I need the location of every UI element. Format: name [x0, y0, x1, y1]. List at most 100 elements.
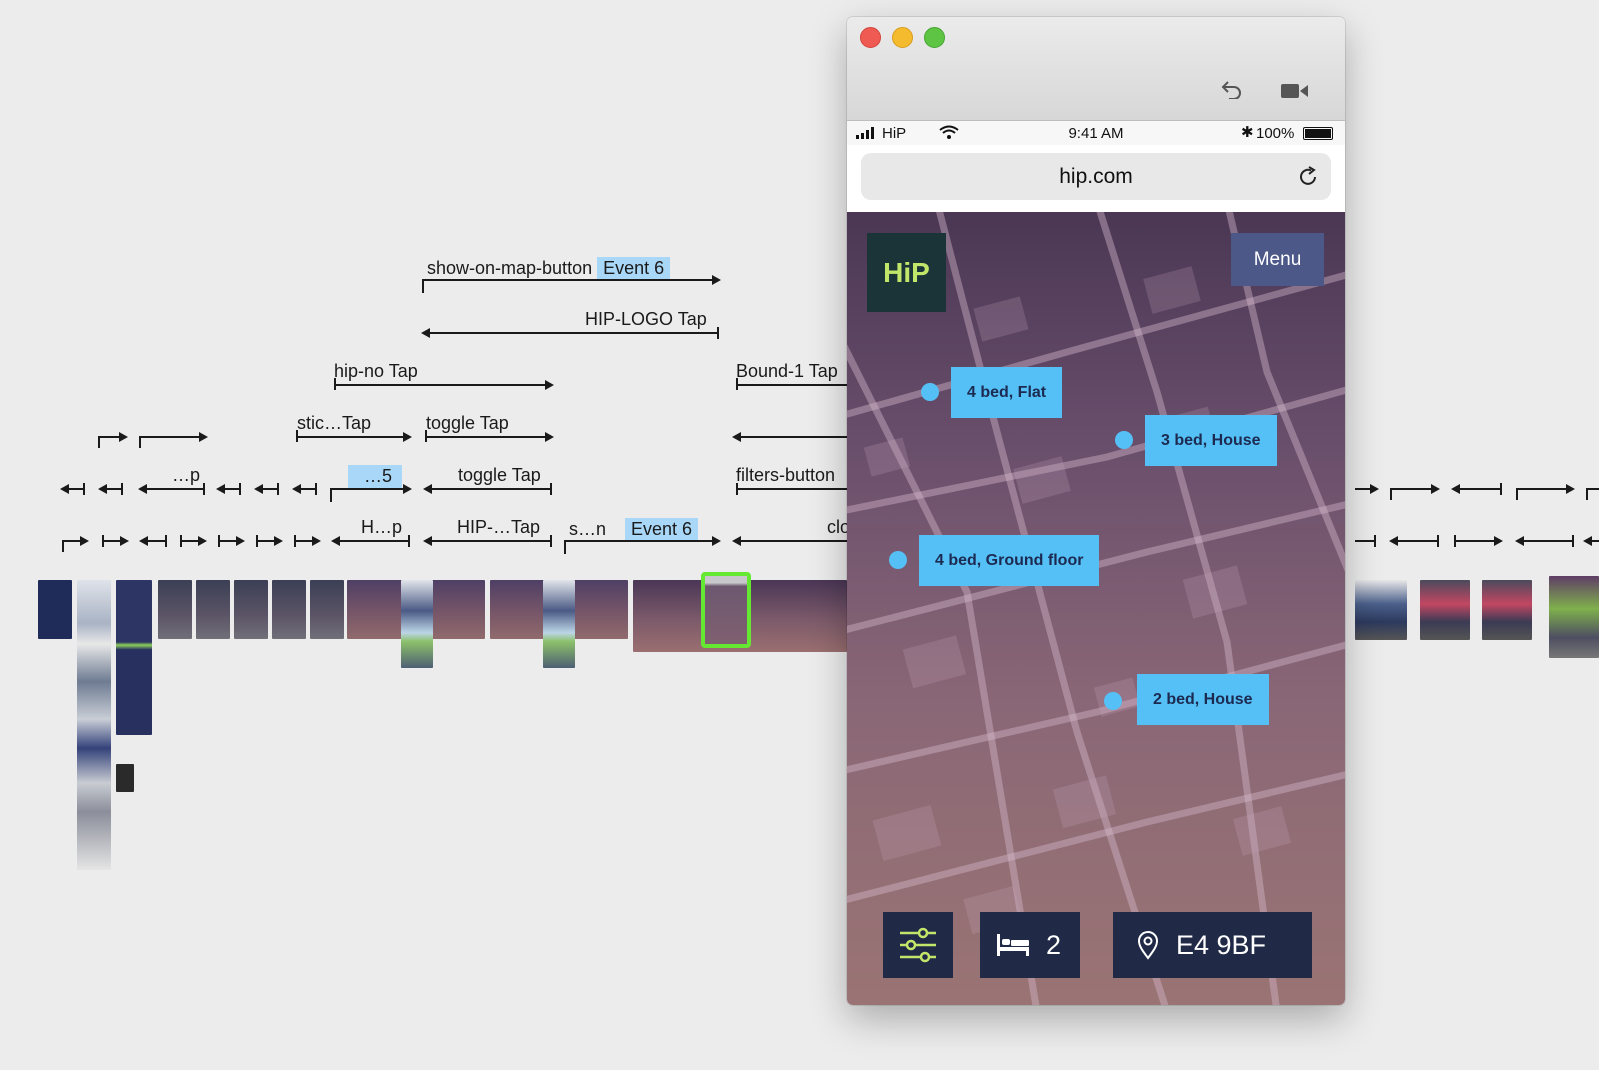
flow-arrow-tail: [564, 540, 566, 554]
map-view[interactable]: HiP Menu 4 bed, Flat 3 bed, House 4 bed,…: [847, 212, 1345, 1005]
video-camera-icon[interactable]: [1280, 82, 1310, 100]
flow-arrow[interactable]: [140, 432, 208, 442]
property-pin-label[interactable]: 4 bed, Ground floor: [919, 535, 1100, 586]
flow-arrow[interactable]: [1517, 484, 1575, 494]
flow-arrow-tail: [550, 535, 552, 547]
flow-arrow-tail: [218, 535, 220, 547]
flow-arrow[interactable]: [421, 328, 719, 338]
screen-thumbnail[interactable]: [116, 580, 152, 735]
flow-arrow[interactable]: [423, 275, 721, 285]
flow-arrow[interactable]: [60, 484, 84, 494]
flow-arrow[interactable]: [297, 432, 412, 442]
property-pin-label[interactable]: 4 bed, Flat: [951, 367, 1063, 418]
flow-arrow[interactable]: [335, 380, 554, 390]
flow-label-hip-tap[interactable]: HIP-…Tap: [457, 517, 540, 538]
flow-arrow[interactable]: [63, 536, 89, 546]
flow-arrow[interactable]: [219, 536, 245, 546]
current-screen-highlight[interactable]: [701, 572, 751, 648]
flow-arrow[interactable]: [139, 536, 166, 546]
undo-icon[interactable]: [1220, 79, 1244, 99]
flow-arrow[interactable]: [1391, 484, 1440, 494]
property-pin-label[interactable]: 3 bed, House: [1145, 415, 1277, 466]
reload-icon[interactable]: [1297, 166, 1319, 188]
flow-label-filters-button[interactable]: filters-button: [736, 465, 835, 486]
flow-label-dots-p[interactable]: …p: [172, 465, 200, 486]
flow-label-dots-5[interactable]: …5: [348, 465, 403, 488]
flow-arrow[interactable]: [181, 536, 207, 546]
flow-arrow[interactable]: [292, 484, 316, 494]
bedrooms-button[interactable]: 2: [980, 912, 1080, 978]
flow-label-show-on-map[interactable]: show-on-map-button Event 6: [427, 257, 671, 279]
flow-arrow[interactable]: [732, 432, 847, 442]
minimize-button[interactable]: [892, 27, 913, 48]
flow-label-h-p[interactable]: H…p: [361, 517, 402, 538]
screen-thumbnail[interactable]: [77, 580, 111, 870]
event-badge: Event 6: [625, 518, 699, 540]
flow-arrow[interactable]: [331, 536, 410, 546]
flow-arrow[interactable]: [254, 484, 278, 494]
flow-arrow-tail: [203, 483, 205, 495]
status-bar: HiP 9:41 AM ✱ 100%: [847, 121, 1345, 145]
flow-label-toggle-tap[interactable]: toggle Tap: [426, 413, 509, 434]
map-marker[interactable]: [889, 551, 907, 569]
flow-arrow-tail: [296, 430, 298, 442]
screen-thumbnail[interactable]: [234, 580, 268, 639]
flow-label-hip-logo-tap[interactable]: HIP-LOGO Tap: [585, 309, 707, 330]
flow-arrow[interactable]: [1389, 536, 1438, 546]
flow-label-s-n[interactable]: s…n Event 6: [569, 518, 699, 540]
screen-thumbnail[interactable]: [272, 580, 306, 639]
screen-thumbnail[interactable]: [1482, 580, 1532, 640]
close-button[interactable]: [860, 27, 881, 48]
flow-arrow[interactable]: [99, 432, 128, 442]
filters-button[interactable]: [883, 912, 953, 978]
flow-arrow[interactable]: [732, 536, 847, 546]
map-marker[interactable]: [1115, 431, 1133, 449]
property-pin-label[interactable]: 2 bed, House: [1137, 674, 1269, 725]
menu-button[interactable]: Menu: [1231, 233, 1324, 286]
screen-thumbnail[interactable]: [1420, 580, 1470, 640]
screen-thumbnail[interactable]: [1355, 580, 1407, 640]
bedrooms-count: 2: [1046, 930, 1062, 960]
flow-arrow[interactable]: [257, 536, 283, 546]
flow-arrow[interactable]: [1451, 484, 1501, 494]
bluetooth-icon: ✱: [1241, 124, 1254, 141]
flow-arrow[interactable]: [426, 432, 554, 442]
screen-thumbnail[interactable]: [401, 580, 433, 668]
flow-arrow[interactable]: [138, 484, 204, 494]
flow-arrow[interactable]: [103, 536, 129, 546]
screen-thumbnail[interactable]: [158, 580, 192, 639]
screen-thumbnail[interactable]: [1549, 576, 1599, 658]
screen-thumbnail[interactable]: [310, 580, 344, 639]
screen-thumbnail[interactable]: [543, 580, 575, 668]
flow-label-hip-no-tap[interactable]: hip-no Tap: [334, 361, 418, 382]
map-marker[interactable]: [921, 383, 939, 401]
flow-arrow[interactable]: [1355, 484, 1379, 494]
flow-arrow[interactable]: [1583, 536, 1599, 546]
flow-arrow[interactable]: [331, 484, 412, 494]
screen-thumbnail[interactable]: [116, 764, 134, 792]
flow-arrow[interactable]: [423, 536, 552, 546]
screen-thumbnail[interactable]: [196, 580, 230, 639]
flow-label-bound-tap[interactable]: Bound-1 Tap: [736, 361, 838, 382]
url-text[interactable]: hip.com: [861, 165, 1331, 189]
flow-arrow[interactable]: [295, 536, 321, 546]
flow-label-toggle-tap-2[interactable]: toggle Tap: [458, 465, 541, 486]
address-bar[interactable]: hip.com: [861, 153, 1331, 200]
flow-arrow[interactable]: [1515, 536, 1573, 546]
flow-arrow[interactable]: [423, 484, 552, 494]
location-button[interactable]: E4 9BF: [1113, 912, 1312, 978]
flow-arrow-tail: [98, 436, 100, 448]
flow-label-stic-tap[interactable]: stic…Tap: [297, 413, 371, 434]
flow-arrow[interactable]: [565, 536, 721, 546]
event-badge: Event 6: [597, 257, 671, 279]
screen-thumbnail[interactable]: [38, 580, 72, 639]
flow-arrow-tail: [1454, 535, 1456, 547]
zoom-button[interactable]: [924, 27, 945, 48]
flow-arrow[interactable]: [98, 484, 122, 494]
flow-arrow-tail: [736, 378, 738, 390]
flow-arrow[interactable]: [216, 484, 240, 494]
hip-logo[interactable]: HiP: [867, 233, 946, 312]
flow-arrow-tail: [1586, 488, 1588, 500]
flow-arrow[interactable]: [1455, 536, 1503, 546]
map-marker[interactable]: [1104, 692, 1122, 710]
